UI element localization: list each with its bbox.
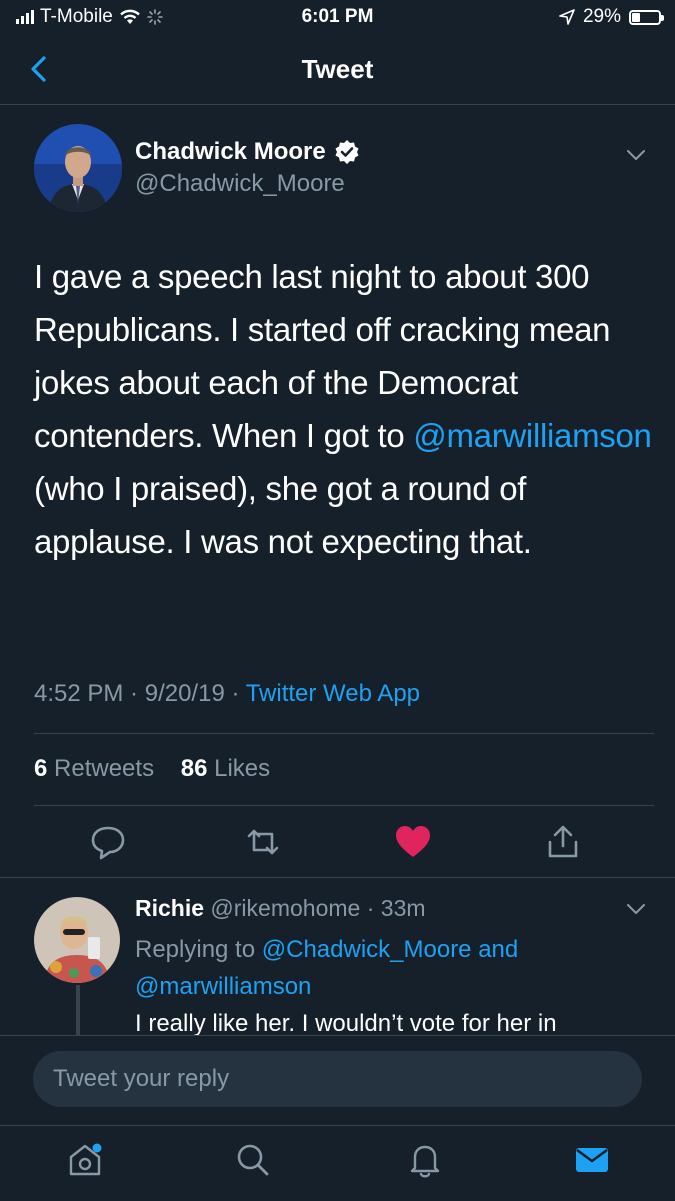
mention-link[interactable]: @marwilliamson: [413, 417, 652, 454]
verified-badge-icon: [335, 140, 359, 164]
home-icon[interactable]: [65, 1140, 105, 1180]
tweet-time: 4:52 PM: [34, 680, 124, 707]
reply-age: 33m: [380, 895, 426, 921]
search-icon[interactable]: [233, 1140, 273, 1180]
status-bar: T-Mobile 6:01 PM 29%: [0, 0, 675, 36]
replying-to-user1[interactable]: @Chadwick_Moore: [262, 936, 472, 963]
author-name-row[interactable]: Chadwick Moore: [135, 138, 360, 166]
tweet-text: I gave a speech last night to about 300 …: [34, 250, 654, 568]
notifications-icon[interactable]: [405, 1140, 445, 1180]
retweets-stat[interactable]: 6 Retweets: [34, 755, 154, 782]
battery-icon: [629, 9, 664, 25]
reply-author-handle[interactable]: @rikemohome: [210, 895, 360, 921]
replying-to-and: and: [478, 936, 519, 963]
battery-percent: 29%: [582, 6, 621, 27]
location-arrow-icon: [559, 9, 575, 25]
reply-input[interactable]: Tweet your reply: [33, 1051, 642, 1107]
thread-line: [76, 985, 80, 1035]
tweet-source-link[interactable]: Twitter Web App: [246, 680, 420, 707]
author-avatar[interactable]: [34, 124, 122, 212]
reply-author-name[interactable]: Richie: [135, 895, 204, 921]
share-icon[interactable]: [541, 820, 585, 864]
reply-header: Richie @rikemohome · 33m: [135, 895, 426, 921]
chevron-down-icon[interactable]: [624, 143, 648, 167]
retweets-label: Retweets: [54, 755, 155, 782]
divider: [34, 805, 654, 806]
replying-to: Replying to @Chadwick_Moore and @marwill…: [135, 931, 655, 1005]
messages-icon[interactable]: [572, 1140, 612, 1180]
replying-to-user2[interactable]: @marwilliamson: [135, 973, 311, 1000]
new-content-dot: [92, 1143, 102, 1153]
replying-to-label: Replying to: [135, 936, 256, 963]
tweet-date: 9/20/19: [144, 680, 225, 707]
tweet-stats: 6 Retweets 86 Likes: [34, 755, 270, 783]
tweet-text-part2: (who I praised), she got a round of appl…: [34, 470, 532, 560]
status-right: 29%: [559, 6, 664, 28]
likes-stat[interactable]: 86 Likes: [181, 755, 270, 782]
retweets-count: 6: [34, 755, 48, 782]
tweet-meta: 4:52 PM · 9/20/19 · Twitter Web App: [34, 680, 421, 707]
like-heart-icon[interactable]: [391, 820, 435, 864]
author-handle[interactable]: @Chadwick_Moore: [135, 170, 345, 198]
reply-text: I really like her. I wouldn’t vote for h…: [135, 1010, 557, 1037]
likes-count: 86: [180, 755, 208, 782]
divider: [34, 733, 654, 734]
divider: [0, 877, 675, 878]
reply-icon[interactable]: [86, 820, 130, 864]
page-title: Tweet: [301, 54, 374, 84]
reply-chevron-down-icon[interactable]: [624, 897, 648, 921]
author-name[interactable]: Chadwick Moore: [135, 138, 326, 166]
nav-bar: Tweet: [0, 36, 675, 105]
likes-label: Likes: [214, 755, 271, 782]
retweet-icon[interactable]: [241, 820, 285, 864]
tab-bar: [0, 1125, 675, 1201]
reply-avatar[interactable]: [34, 897, 120, 983]
